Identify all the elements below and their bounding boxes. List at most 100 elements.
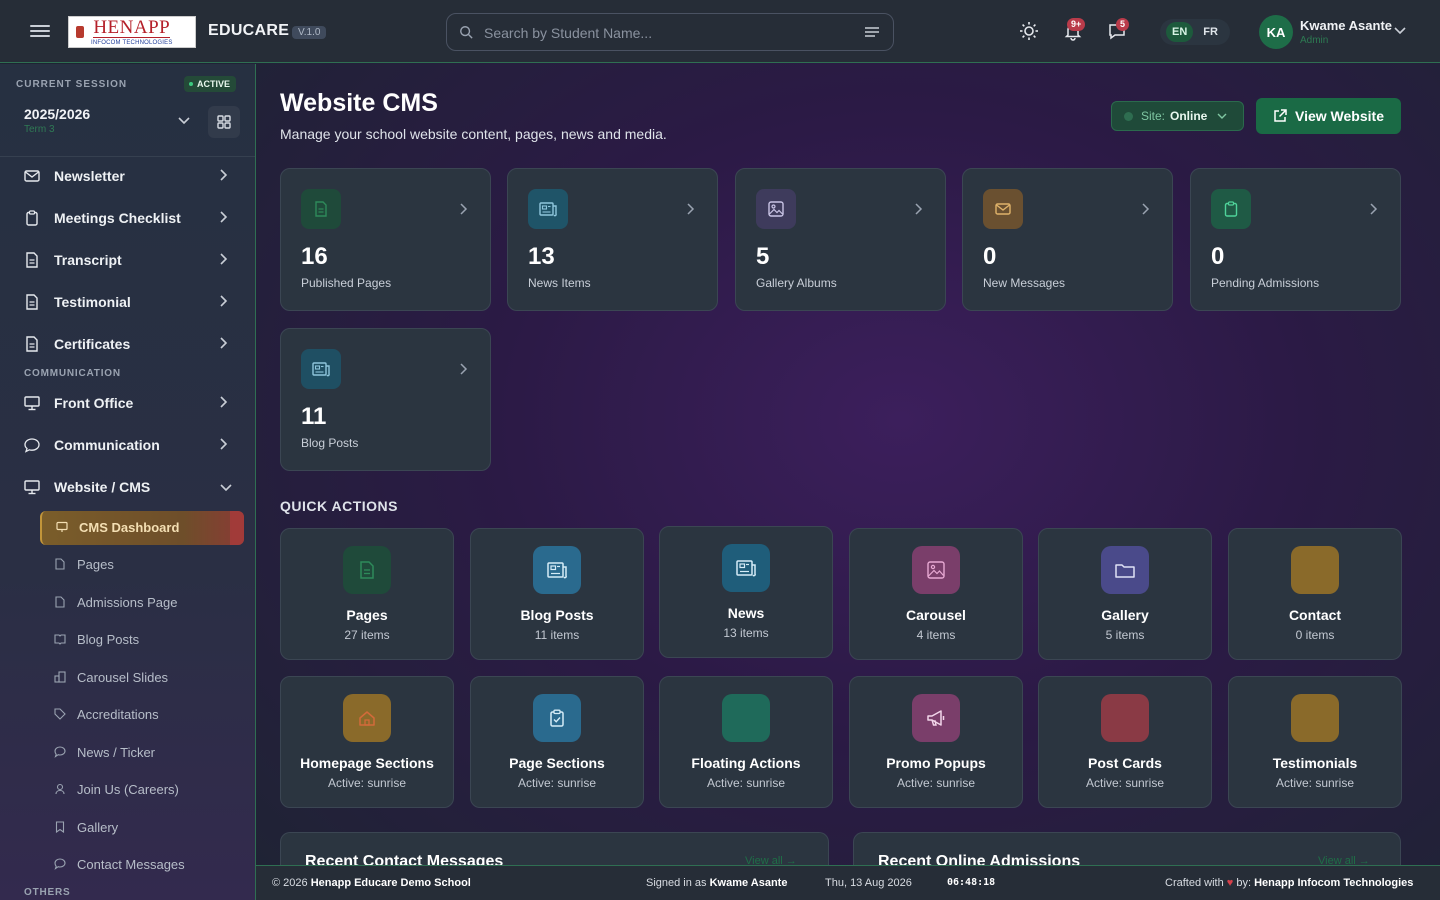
chevron-right-icon (460, 363, 468, 375)
stat-card-new-messages[interactable]: 0 New Messages (962, 168, 1173, 311)
quick-action-pages[interactable]: Pages 27 items (280, 528, 454, 660)
sidebar-sub-label: Contact Messages (77, 857, 185, 872)
sidebar-sub-carousel-slides[interactable]: Carousel Slides (40, 661, 244, 695)
sidebar-sub-accreditations[interactable]: Accreditations (40, 698, 244, 732)
stat-card-gallery-albums[interactable]: 5 Gallery Albums (735, 168, 946, 311)
sidebar-sub-gallery[interactable]: Gallery (40, 811, 244, 845)
stat-card-blog-posts[interactable]: 11 Blog Posts (280, 328, 491, 471)
stat-value: 5 (756, 243, 770, 270)
stat-value: 11 (301, 403, 327, 430)
sidebar-item-front-office[interactable]: Front Office (12, 384, 244, 422)
quick-action-sub: Active: sunrise (1275, 776, 1355, 790)
chevron-down-icon[interactable] (178, 117, 190, 125)
chevron-down-icon[interactable] (1394, 27, 1406, 35)
sidebar-sub-contact-messages[interactable]: Contact Messages (40, 848, 244, 882)
apps-grid-button[interactable] (208, 106, 240, 138)
menu-toggle-icon[interactable] (30, 22, 50, 40)
sidebar-item-communication[interactable]: Communication (12, 426, 244, 464)
sidebar-item-label: Newsletter (54, 168, 125, 184)
avatar[interactable]: KA (1259, 15, 1293, 49)
chevron-right-icon (687, 203, 695, 215)
sidebar-sub-label: Pages (77, 557, 114, 572)
sun-icon[interactable] (1019, 21, 1039, 41)
footer-copyright: © 2026 Henapp Educare Demo School (272, 877, 471, 889)
sidebar-item-label: Communication (54, 437, 160, 453)
chevron-down-icon (1217, 113, 1227, 119)
henapp-logo[interactable]: HENAPP INFOCOM TECHNOLOGIES (68, 16, 196, 48)
sidebar-sub-blog-posts[interactable]: Blog Posts (40, 623, 244, 657)
quick-actions-title: QUICK ACTIONS (280, 498, 398, 514)
sidebar-sub-join-us[interactable]: Join Us (Careers) (40, 773, 244, 807)
section-label-communication: COMMUNICATION (24, 368, 121, 379)
chevron-right-icon (220, 253, 228, 265)
chat-icon (54, 746, 66, 758)
version-badge: V.1.0 (292, 26, 327, 39)
chevron-right-icon (220, 169, 228, 181)
quick-action-floating-actions[interactable]: Floating Actions Active: sunrise (659, 676, 833, 808)
search-bar[interactable]: Search by Student Name... (446, 13, 894, 51)
site-status-dropdown[interactable]: Site: Online (1111, 101, 1244, 131)
quick-action-news[interactable]: News 13 items (659, 526, 833, 658)
stat-label: Gallery Albums (756, 276, 837, 290)
sidebar-item-newsletter[interactable]: Newsletter (12, 157, 244, 195)
stat-card-published-pages[interactable]: 16 Published Pages (280, 168, 491, 311)
heart-icon: ♥ (1226, 877, 1234, 889)
sidebar-item-meetings-checklist[interactable]: Meetings Checklist (12, 199, 244, 237)
quick-action-carousel[interactable]: Carousel 4 items (849, 528, 1023, 660)
blank-icon (722, 694, 770, 742)
quick-action-name: Gallery (1101, 607, 1149, 623)
quick-action-post-cards[interactable]: Post Cards Active: sunrise (1038, 676, 1212, 808)
sidebar-item-testimonial[interactable]: Testimonial (12, 283, 244, 321)
document-icon (26, 252, 38, 268)
footer-crafted: Crafted with ♥ by: Henapp Infocom Techno… (1165, 877, 1414, 889)
search-input[interactable]: Search by Student Name... (484, 25, 652, 41)
sidebar-sub-cms-dashboard[interactable]: CMS Dashboard (40, 511, 244, 545)
session-selector[interactable]: 2025/2026 Term 3 (16, 102, 200, 140)
quick-action-name: Homepage Sections (300, 755, 434, 771)
chevron-right-icon (915, 203, 923, 215)
grid-icon (217, 115, 231, 129)
quick-action-promo-popups[interactable]: Promo Popups Active: sunrise (849, 676, 1023, 808)
stat-label: News Items (528, 276, 591, 290)
stat-value: 16 (301, 243, 328, 270)
sidebar-item-website-cms[interactable]: Website / CMS (12, 468, 244, 506)
quick-action-sub: Active: sunrise (1085, 776, 1165, 790)
user-icon (55, 783, 65, 795)
quick-action-blog-posts[interactable]: Blog Posts 11 items (470, 528, 644, 660)
sidebar-sub-pages[interactable]: Pages (40, 548, 244, 582)
stat-card-news-items[interactable]: 13 News Items (507, 168, 718, 311)
sidebar-sub-news-ticker[interactable]: News / Ticker (40, 736, 244, 770)
quick-action-gallery[interactable]: Gallery 5 items (1038, 528, 1212, 660)
quick-action-name: Testimonials (1272, 755, 1358, 771)
external-link-icon (1274, 109, 1287, 122)
sidebar-item-label: Meetings Checklist (54, 210, 181, 226)
file-icon (55, 558, 65, 570)
chevron-right-icon (220, 337, 228, 349)
sidebar-item-certificates[interactable]: Certificates (12, 325, 244, 363)
lang-fr-button[interactable]: FR (1197, 22, 1224, 42)
view-website-button[interactable]: View Website (1256, 98, 1401, 134)
sidebar-item-transcript[interactable]: Transcript (12, 241, 244, 279)
book-icon (54, 634, 66, 645)
quick-action-contact[interactable]: Contact 0 items (1228, 528, 1402, 660)
sidebar-item-label: Website / CMS (54, 479, 151, 495)
mail-icon (24, 170, 40, 182)
user-name[interactable]: Kwame Asante (1300, 18, 1392, 33)
stat-card-pending-admissions[interactable]: 0 Pending Admissions (1190, 168, 1401, 311)
filter-icon[interactable] (865, 26, 879, 38)
quick-action-homepage-sections[interactable]: Homepage Sections Active: sunrise (280, 676, 454, 808)
lang-en-button[interactable]: EN (1166, 22, 1194, 42)
stat-label: Blog Posts (301, 436, 359, 450)
sidebar-sub-admissions-page[interactable]: Admissions Page (40, 586, 244, 620)
quick-action-sub: 5 items (1105, 628, 1145, 642)
chevron-right-icon (460, 203, 468, 215)
quick-action-testimonials[interactable]: Testimonials Active: sunrise (1228, 676, 1402, 808)
footer-user: Kwame Asante (709, 877, 788, 889)
sidebar: CURRENT SESSION ACTIVE 2025/2026 Term 3 … (0, 64, 256, 900)
quick-action-sub: Active: sunrise (896, 776, 976, 790)
session-label: CURRENT SESSION (16, 79, 128, 90)
quick-action-page-sections[interactable]: Page Sections Active: sunrise (470, 676, 644, 808)
chevron-right-icon (220, 211, 228, 223)
footer-school: Henapp Educare Demo School (310, 877, 471, 889)
chevron-right-icon (1370, 203, 1378, 215)
